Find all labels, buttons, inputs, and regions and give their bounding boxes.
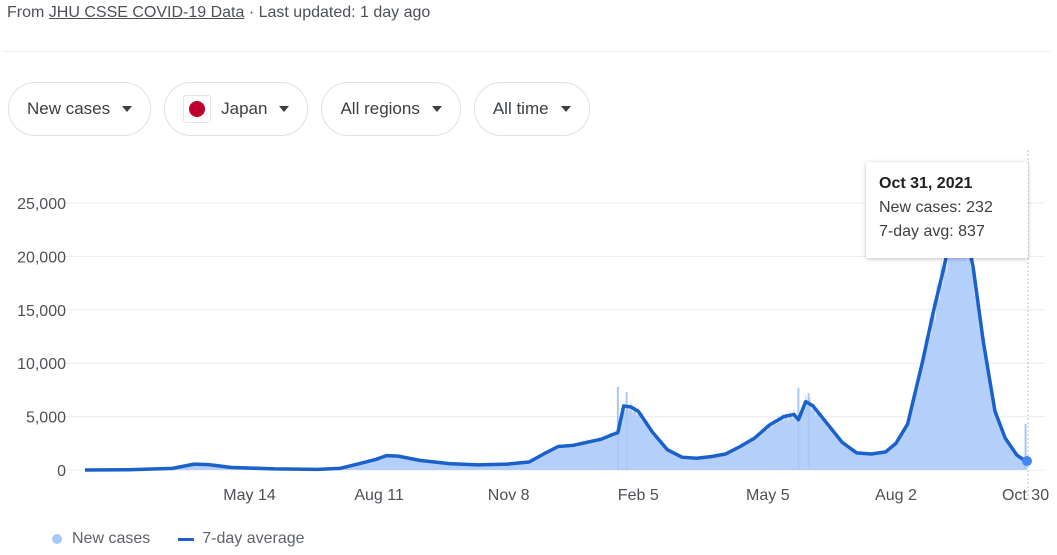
caret-down-icon <box>560 106 571 112</box>
region-dropdown[interactable]: All regions <box>321 82 461 136</box>
x-tick-label: Aug 2 <box>875 487 917 504</box>
tooltip-avg: 7-day avg: 837 <box>879 223 985 240</box>
divider <box>4 51 1051 52</box>
source-line: From JHU CSSE COVID-19 Data · Last updat… <box>7 4 430 22</box>
y-tick-label: 5,000 <box>26 410 66 427</box>
x-tick-label: Aug 11 <box>354 487 404 504</box>
y-tick-label: 10,000 <box>17 356 66 373</box>
caret-down-icon <box>279 106 290 112</box>
source-prefix: From <box>7 4 49 21</box>
caret-down-icon <box>122 106 133 112</box>
legend-new-cases: New cases <box>72 530 151 547</box>
x-tick-label: Oct 30 <box>1002 487 1049 504</box>
y-tick-label: 0 <box>57 463 66 480</box>
tooltip-date: Oct 31, 2021 <box>879 175 973 192</box>
y-tick-label: 20,000 <box>17 249 66 266</box>
x-tick-label: May 14 <box>223 487 276 504</box>
metric-label: New cases <box>27 99 111 118</box>
x-tick-label: Feb 5 <box>618 487 659 504</box>
country-dropdown[interactable]: Japan <box>164 82 309 136</box>
time-range-label: All time <box>492 99 549 118</box>
y-tick-label: 15,000 <box>17 303 66 320</box>
region-label: All regions <box>340 99 420 118</box>
legend-avg-swatch <box>178 537 195 541</box>
filter-bar: New cases Japan All regions All time <box>8 82 590 136</box>
tooltip-new-cases: New cases: 232 <box>879 199 993 216</box>
time-range-dropdown[interactable]: All time <box>473 82 590 136</box>
last-updated: · Last updated: 1 day ago <box>244 4 431 21</box>
country-label: Japan <box>221 99 268 118</box>
metric-dropdown[interactable]: New cases <box>8 82 152 136</box>
source-link[interactable]: JHU CSSE COVID-19 Data <box>49 4 245 21</box>
x-tick-label: May 5 <box>746 487 790 504</box>
legend-avg: 7-day average <box>202 530 305 547</box>
legend-new-cases-swatch <box>52 534 62 544</box>
chart-tooltip: Oct 31, 2021 New cases: 232 7-day avg: 8… <box>866 162 1028 258</box>
japan-flag-icon <box>183 95 212 123</box>
caret-down-icon <box>431 106 442 112</box>
hover-point <box>1022 456 1032 467</box>
x-tick-label: Nov 8 <box>488 487 530 504</box>
y-tick-label: 25,000 <box>17 196 66 213</box>
chart-legend: New cases 7-day average <box>52 530 305 548</box>
